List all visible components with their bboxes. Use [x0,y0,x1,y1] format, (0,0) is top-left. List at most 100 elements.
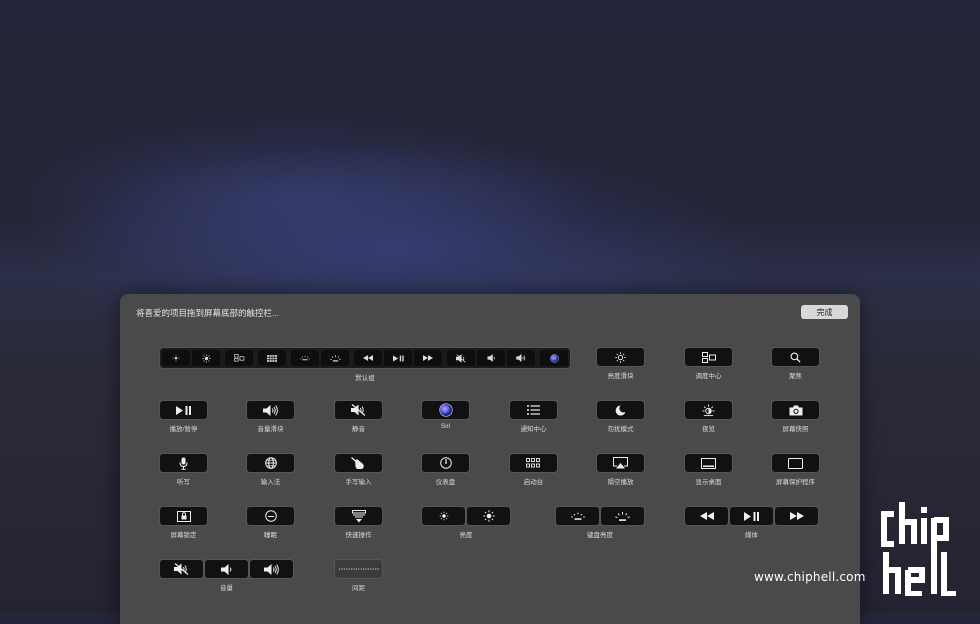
sleep-item[interactable]: 睡眠 [247,507,294,539]
brightness-up-icon [467,507,510,525]
brightness-up-icon [192,350,220,366]
spotlight-item[interactable]: 聚焦 [772,348,819,380]
play-pause-small-icon [384,350,412,366]
camera-icon [772,401,819,419]
rewind-icon [685,507,728,525]
media-item[interactable]: 媒体 [685,507,818,539]
play-pause-icon [730,507,773,525]
instruction-text: 将喜爱的项目拖到屏幕底部的触控栏... [136,308,280,318]
screen-saver-label: 屏幕保护程序 [776,479,815,486]
screen-lock-label: 屏幕锁定 [170,532,197,539]
sleep-label: 睡眠 [264,532,277,539]
siri-item[interactable]: Siri [422,401,469,430]
handwriting-item[interactable]: 手写输入 [335,454,382,486]
handwriting-label: 手写输入 [345,479,372,486]
customize-touch-bar-panel: 将喜爱的项目拖到屏幕底部的触控栏... 完成 默认组 亮度滑块 调度中心 聚焦 … [120,294,860,624]
keyboard-brightness-down-icon [556,507,599,525]
dictation-label: 听写 [177,479,190,486]
siri-icon [422,401,469,419]
volume-down-small-icon [477,350,505,366]
siri-label: Siri [440,423,451,430]
list-icon [510,401,557,419]
volume-up-icon [250,560,293,578]
space-label: 间距 [352,585,365,592]
spotlight-label: 聚焦 [789,373,802,380]
screen-lock-item[interactable]: 屏幕锁定 [160,507,207,539]
dictation-item[interactable]: 听写 [160,454,207,486]
done-button[interactable]: 完成 [801,305,848,319]
night-shift-item[interactable]: 夜览 [685,401,732,433]
sun-icon [597,348,644,366]
mute-label: 静音 [352,426,365,433]
quick-actions-icon [335,507,382,525]
desktop-icon [685,454,732,472]
watermark-url: www.chiphell.com [754,570,866,584]
night-shift-icon [685,401,732,419]
default-set-strip[interactable] [160,348,570,368]
launchpad-label: 启动台 [523,479,544,486]
volume-label: 音量 [220,585,233,592]
brightness-item[interactable]: 亮度 [422,507,510,539]
globe-icon [247,454,294,472]
dotted-line-icon [335,560,382,578]
show-desktop-item[interactable]: 显示桌面 [685,454,732,486]
volume-slider-label: 音量滑块 [257,426,284,433]
quick-actions-item[interactable]: 快速操作 [335,507,382,539]
keyboard-brightness-item[interactable]: 键盘亮度 [556,507,644,539]
screen-icon [772,454,819,472]
microphone-icon [160,454,207,472]
lock-icon [160,507,207,525]
brightness-slider-item[interactable]: 亮度滑块 [597,348,644,380]
fast-forward-small-icon [414,350,442,366]
brightness-down-icon [422,507,465,525]
default-set-label: 默认组 [355,375,375,382]
hand-pen-icon [335,454,382,472]
keyboard-brightness-label: 键盘亮度 [587,532,613,539]
input-source-item[interactable]: 输入法 [247,454,294,486]
screen-saver-item[interactable]: 屏幕保护程序 [772,454,819,486]
gauge-icon [422,454,469,472]
night-shift-label: 夜览 [702,426,715,433]
speaker-muted-icon [160,560,203,578]
mute-item[interactable]: 静音 [335,401,382,433]
rewind-small-icon [354,350,382,366]
keyboard-brightness-down-icon [291,350,319,366]
input-source-label: 输入法 [260,479,281,486]
screenshot-item[interactable]: 屏幕快照 [772,401,819,433]
volume-up-small-icon [507,350,535,366]
airplay-label: 隔空播放 [607,479,634,486]
dashboard-label: 仪表盘 [435,479,456,486]
airplay-item[interactable]: 隔空播放 [597,454,644,486]
media-label: 媒体 [745,532,758,539]
default-set-item[interactable]: 默认组 [160,348,570,382]
screenshot-label: 屏幕快照 [782,426,809,433]
airplay-icon [597,454,644,472]
sleep-icon [247,507,294,525]
chiphell-logo [881,502,956,596]
play-pause-label: 播放/暂停 [169,426,198,433]
mute-small-icon [447,350,475,366]
launchpad-small-icon [258,350,286,366]
space-item[interactable]: 间距 [335,560,382,592]
quick-actions-label: 快速操作 [345,532,372,539]
mission-control-small-icon [225,350,253,366]
volume-item[interactable]: 音量 [160,560,293,592]
keyboard-brightness-up-icon [601,507,644,525]
launchpad-item[interactable]: 启动台 [510,454,557,486]
volume-slider-item[interactable]: 音量滑块 [247,401,294,433]
dashboard-item[interactable]: 仪表盘 [422,454,469,486]
speaker-muted-icon [335,401,382,419]
brightness-slider-label: 亮度滑块 [607,373,634,380]
fast-forward-icon [775,507,818,525]
magnifier-icon [772,348,819,366]
notification-center-item[interactable]: 通知中心 [510,401,557,433]
show-desktop-label: 显示桌面 [695,479,722,486]
do-not-disturb-item[interactable]: 勿扰模式 [597,401,644,433]
do-not-disturb-label: 勿扰模式 [607,426,634,433]
brightness-label: 亮度 [459,532,473,539]
speaker-icon [247,401,294,419]
play-pause-item[interactable]: 播放/暂停 [160,401,207,433]
notification-center-label: 通知中心 [520,426,547,433]
grid-icon [510,454,557,472]
mission-control-item[interactable]: 调度中心 [685,348,732,380]
